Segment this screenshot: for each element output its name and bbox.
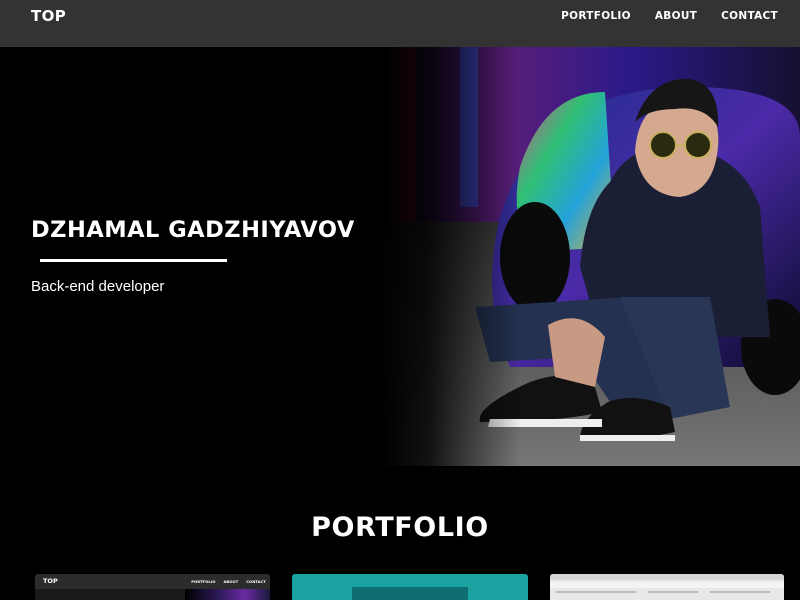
portfolio-card-2[interactable] (292, 574, 528, 600)
nav-link-contact[interactable]: CONTACT (721, 10, 778, 22)
card-3-text-line (556, 591, 636, 593)
portfolio-section-title: PORTFOLIO (311, 512, 489, 543)
hero-role-text: Back-end developer (31, 278, 165, 295)
card-2-content-preview (352, 587, 468, 600)
portfolio-card-3[interactable] (550, 574, 784, 600)
hero-name-heading: DZHAMAL GADZHIYAVOV (31, 217, 355, 243)
card-1-brand-text: TOP (43, 577, 58, 585)
nav-link-portfolio[interactable]: PORTFOLIO (561, 10, 631, 22)
hero-underline-divider (40, 259, 227, 262)
hero-fade-overlay (380, 47, 520, 466)
card-1-nav-about: ABOUT (223, 579, 239, 584)
card-3-tabs-preview (550, 582, 784, 588)
main-nav: PORTFOLIO ABOUT CONTACT (561, 10, 778, 22)
card-3-text-line (648, 591, 698, 593)
portfolio-card-1[interactable]: TOP PORTFOLIO ABOUT CONTACT (35, 574, 270, 600)
card-1-nav-preview: PORTFOLIO ABOUT CONTACT (191, 579, 266, 584)
hero-section: DZHAMAL GADZHIYAVOV Back-end developer (0, 47, 800, 466)
card-3-toolbar-preview (550, 574, 784, 580)
card-1-nav-contact: CONTACT (246, 579, 266, 584)
nav-link-about[interactable]: ABOUT (655, 10, 697, 22)
card-1-nav-portfolio: PORTFOLIO (191, 579, 216, 584)
brand-logo-link[interactable]: TOP (31, 7, 66, 25)
card-3-text-line (710, 591, 770, 593)
card-1-photo-preview (185, 589, 270, 600)
top-navbar: TOP PORTFOLIO ABOUT CONTACT (0, 0, 800, 47)
card-1-navbar-preview: TOP PORTFOLIO ABOUT CONTACT (35, 574, 270, 589)
